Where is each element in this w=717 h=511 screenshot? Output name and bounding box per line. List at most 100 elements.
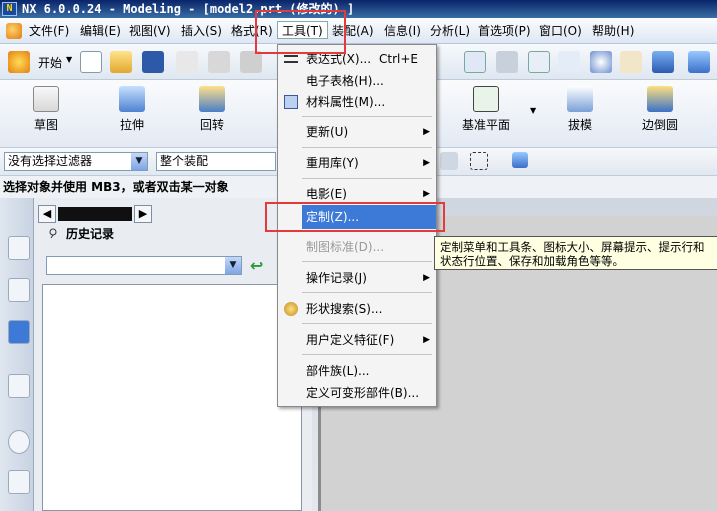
draft-label: 拔模: [567, 118, 592, 132]
menu-preferences[interactable]: 首选项(P): [478, 22, 531, 40]
history-clock-icon[interactable]: [8, 430, 30, 454]
snap-icon[interactable]: [440, 152, 458, 170]
chevron-down-icon[interactable]: ▼: [131, 153, 147, 170]
sketch-icon: [33, 86, 59, 112]
menu-file[interactable]: 文件(F): [29, 22, 69, 40]
sketch-label: 草图: [33, 118, 58, 132]
part-navigator-icon[interactable]: [8, 320, 30, 344]
menu-item-label: 定义可变形部件(B)...: [306, 386, 420, 400]
save-icon[interactable]: [142, 51, 164, 73]
menu-item-drafting-standard: 制图标准(D)...: [278, 235, 436, 259]
rotate-icon[interactable]: [590, 51, 612, 73]
edge-blend-icon: [647, 86, 673, 112]
panel-tab[interactable]: [58, 207, 132, 221]
selection-filter-dropdown[interactable]: 没有选择过滤器 ▼: [4, 152, 148, 171]
selection-filter-value: 没有选择过滤器: [8, 154, 93, 168]
annotation-box-tools: [255, 10, 346, 54]
assembly-navigator-icon[interactable]: [8, 236, 30, 260]
menu-item-label: 重用库(Y): [306, 156, 359, 170]
draft-button[interactable]: 拔模: [550, 84, 610, 142]
zoom-region-icon[interactable]: [496, 51, 518, 73]
menu-item-label: 部件族(L)...: [306, 364, 370, 378]
fit-icon[interactable]: [464, 51, 486, 73]
history-list[interactable]: [42, 284, 302, 511]
pin-icon[interactable]: [48, 228, 58, 238]
menu-separator: [302, 354, 432, 355]
menu-edit[interactable]: 编辑(E): [80, 22, 121, 40]
menu-item-label: 操作记录(J): [306, 271, 367, 285]
start-icon[interactable]: [8, 51, 30, 73]
pan-icon[interactable]: [620, 51, 642, 73]
menu-item-label: 制图标准(D)...: [306, 240, 385, 254]
menu-insert[interactable]: 插入(S): [181, 22, 222, 40]
scroll-left-icon[interactable]: ◀: [38, 205, 56, 223]
menu-item-part-families[interactable]: 部件族(L)...: [278, 359, 436, 383]
menu-item-label: 表达式(X)...: [306, 52, 372, 66]
constraint-navigator-icon[interactable]: [8, 278, 30, 302]
revolve-button[interactable]: 回转: [182, 84, 242, 142]
roles-icon[interactable]: [8, 470, 30, 494]
rectangle-select-icon[interactable]: [470, 152, 488, 170]
shape-search-icon: [284, 302, 298, 316]
datum-plane-button[interactable]: 基准平面: [456, 84, 516, 142]
menu-item-reuse-library[interactable]: 重用库(Y) ▶: [278, 151, 436, 175]
start-button[interactable]: 开始: [38, 54, 62, 71]
back-arrow-icon[interactable]: ↩: [250, 256, 263, 275]
chevron-down-icon[interactable]: ▼: [225, 257, 241, 274]
menu-item-user-defined-feature[interactable]: 用户定义特征(F) ▶: [278, 328, 436, 352]
menu-help[interactable]: 帮助(H): [592, 22, 634, 40]
shaded-view-icon[interactable]: [652, 51, 674, 73]
zoom-icon[interactable]: [528, 51, 550, 73]
submenu-arrow-icon: ▶: [423, 158, 430, 168]
menu-item-shortcut: Ctrl+E: [379, 52, 418, 66]
menu-separator: [302, 116, 432, 117]
menu-separator: [302, 323, 432, 324]
menu-item-material-properties[interactable]: 材料属性(M)...: [278, 90, 436, 114]
menu-view[interactable]: 视图(V): [129, 22, 171, 40]
datum-plane-label: 基准平面: [461, 118, 510, 132]
datum-dropdown-icon[interactable]: ▼: [530, 106, 536, 115]
submenu-arrow-icon: ▶: [423, 335, 430, 345]
view-orientation-icon[interactable]: [688, 51, 710, 73]
open-folder-icon[interactable]: [110, 51, 132, 73]
history-panel: ◀ ▶ 历史记录 ▼ ↩: [34, 198, 312, 511]
history-title: 历史记录: [66, 227, 115, 241]
extrude-label: 拉伸: [119, 118, 144, 132]
edge-blend-button[interactable]: 边倒圆: [630, 84, 690, 142]
menu-item-journal[interactable]: 操作记录(J) ▶: [278, 266, 436, 290]
scope-dropdown[interactable]: 整个装配: [156, 152, 276, 171]
cube-icon[interactable]: [512, 152, 528, 168]
menu-item-shape-search[interactable]: 形状搜索(S)...: [278, 297, 436, 321]
scroll-right-icon[interactable]: ▶: [134, 205, 152, 223]
reuse-library-icon[interactable]: [8, 374, 30, 398]
menu-item-label: 更新(U): [306, 125, 349, 139]
menu-item-label: 形状搜索(S)...: [306, 302, 383, 316]
menu-separator: [302, 292, 432, 293]
customize-tooltip: 定制菜单和工具条、图标大小、屏幕提示、提示行和状态行位置、保存和加载角色等等。: [434, 236, 717, 270]
cut-icon[interactable]: [176, 51, 198, 73]
menu-item-define-deformable-part[interactable]: 定义可变形部件(B)...: [278, 381, 436, 405]
history-dropdown[interactable]: ▼: [46, 256, 242, 275]
menu-separator: [302, 147, 432, 148]
menu-analysis[interactable]: 分析(L): [430, 22, 470, 40]
submenu-arrow-icon: ▶: [423, 273, 430, 283]
draft-icon: [567, 86, 593, 112]
menu-item-update[interactable]: 更新(U) ▶: [278, 120, 436, 144]
scope-value: 整个装配: [160, 154, 209, 168]
sketch-button[interactable]: 草图: [16, 84, 76, 142]
zoom-in-out-icon[interactable]: [558, 51, 580, 73]
copy-icon[interactable]: [208, 51, 230, 73]
new-file-icon[interactable]: [80, 51, 102, 73]
menu-info[interactable]: 信息(I): [384, 22, 421, 40]
nx-logo-icon: N: [2, 2, 17, 16]
title-bar: N NX 6.0.0.24 - Modeling - [model2.prt (…: [0, 0, 717, 18]
menu-window[interactable]: 窗口(O): [539, 22, 582, 40]
menu-item-label: 用户定义特征(F): [306, 333, 395, 347]
paste-icon[interactable]: [240, 51, 262, 73]
app-menu-icon[interactable]: [6, 23, 22, 39]
expression-icon: [284, 55, 298, 63]
extrude-button[interactable]: 拉伸: [102, 84, 162, 142]
menu-bar: 文件(F) 编辑(E) 视图(V) 插入(S) 格式(R) 工具(T) 装配(A…: [0, 18, 717, 44]
start-dropdown-icon[interactable]: ▼: [66, 55, 72, 64]
edge-blend-label: 边倒圆: [641, 118, 678, 132]
